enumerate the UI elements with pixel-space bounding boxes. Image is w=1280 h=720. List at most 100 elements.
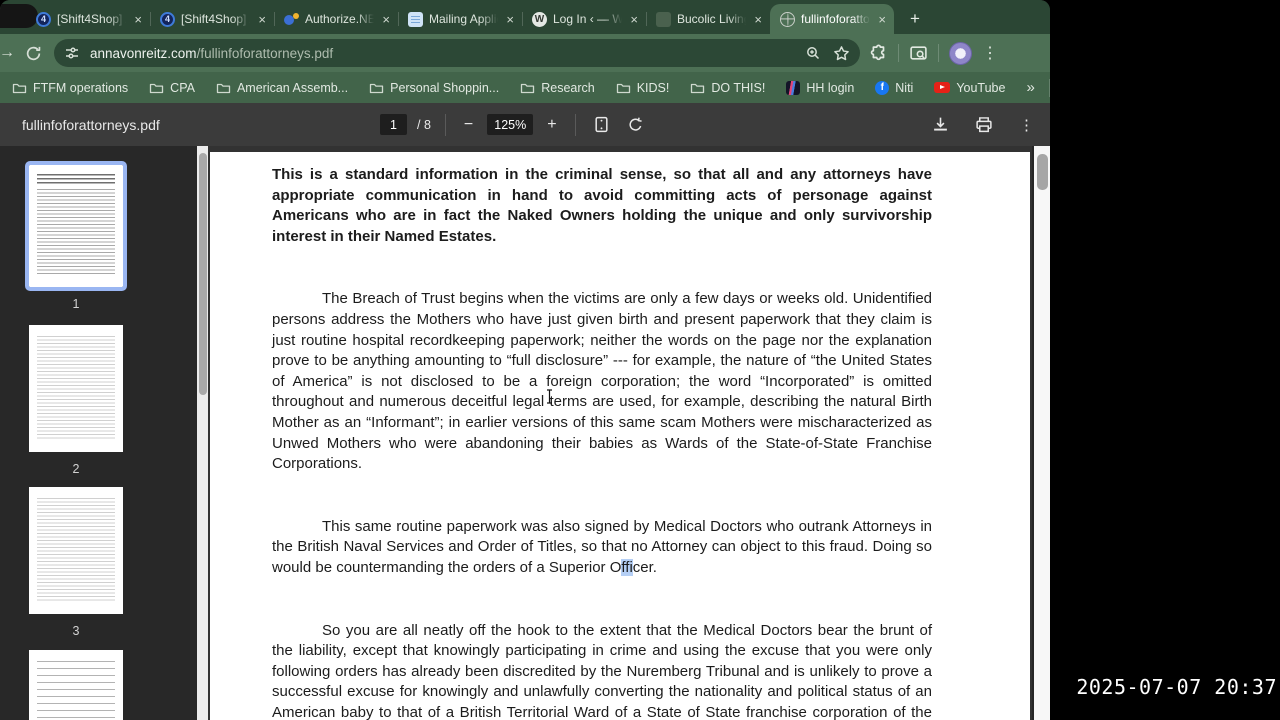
bookmark-research[interactable]: Research — [520, 81, 595, 95]
close-icon[interactable]: × — [132, 11, 144, 28]
paragraph-3-post: cer. — [632, 558, 657, 576]
tab-strip: 4 [Shift4Shop] Ad × 4 [Shift4Shop] Ad × … — [0, 0, 1050, 34]
tab-mailing-application[interactable]: Mailing Applica × — [398, 4, 522, 34]
bookmark-kids[interactable]: KIDS! — [616, 80, 670, 95]
bookmark-cpa[interactable]: CPA — [149, 81, 195, 95]
tab-bucolic-living[interactable]: Bucolic Living L × — [646, 4, 770, 34]
close-icon[interactable]: × — [752, 11, 764, 28]
tab-title: [Shift4Shop] Ad — [57, 12, 126, 26]
shift4shop-icon: 4 — [160, 11, 175, 27]
bookmark-label: DO THIS! — [711, 80, 766, 95]
bookmark-label: YouTube — [956, 80, 1006, 95]
close-icon[interactable]: × — [876, 11, 888, 28]
url-domain: annavonreitz.com — [90, 45, 197, 61]
tab-authorize-net[interactable]: Authorize.NET × — [274, 4, 398, 34]
divider — [938, 44, 939, 62]
pdf-menu-icon[interactable]: ⋮ — [1019, 116, 1034, 134]
authorize-icon — [284, 12, 299, 27]
tab-title: fullinfoforattorn — [801, 12, 870, 26]
thumbnail-image[interactable] — [29, 325, 123, 452]
paragraph-4: So you are all neatly off the hook to th… — [272, 621, 932, 720]
thumbnail-page-3[interactable]: 3 — [29, 487, 123, 638]
bookmark-personal-shopping[interactable]: Personal Shoppin... — [369, 81, 499, 95]
thumb-table-lines — [37, 661, 115, 720]
divider — [1048, 78, 1050, 97]
bookmark-ftfm-operations[interactable]: FTFM operations — [12, 81, 128, 95]
close-icon[interactable]: × — [628, 11, 640, 28]
paragraph-3-pre: This same routine paperwork was also sig… — [272, 517, 932, 576]
print-icon[interactable] — [975, 116, 993, 133]
selected-text: ffi — [621, 558, 633, 576]
facebook-icon: f — [875, 80, 890, 95]
zoom-in-button[interactable]: + — [543, 116, 560, 134]
zoom-search-icon[interactable] — [805, 45, 821, 61]
tab-title: Authorize.NET — [305, 12, 375, 26]
pdf-viewer: 1 2 3 This is a standard information in … — [0, 146, 1050, 720]
thumb-text-lines — [37, 498, 115, 603]
extensions-icon[interactable] — [870, 44, 888, 62]
bookmark-label: HH login — [806, 80, 855, 95]
paragraph-2: The Breach of Trust begins when the vict… — [272, 290, 932, 473]
thumbnail-page-4[interactable] — [29, 650, 123, 720]
address-bar[interactable]: annavonreitz.com/fullinfoforattorneys.pd… — [54, 39, 860, 67]
new-tab-button[interactable]: + — [902, 6, 928, 32]
mail-icon — [408, 11, 423, 27]
sidebar-scrollbar[interactable] — [197, 146, 208, 720]
pdf-action-icons: ⋮ — [932, 116, 1034, 134]
pdf-scrollbar[interactable] — [1032, 146, 1050, 720]
bookmarks-overflow-icon[interactable]: » — [1026, 79, 1034, 96]
shift4shop-icon: 4 — [36, 11, 51, 27]
pdf-scrollbar-thumb[interactable] — [1037, 154, 1048, 190]
thumbnail-page-1[interactable]: 1 — [25, 161, 127, 311]
browser-window: 4 [Shift4Shop] Ad × 4 [Shift4Shop] Ad × … — [0, 0, 1050, 720]
pdf-page-controls: 1 / 8 − 125% + — [380, 113, 648, 136]
bookmark-youtube[interactable]: YouTube — [934, 81, 1005, 95]
side-panel-search-icon[interactable] — [909, 44, 928, 63]
text-cursor — [545, 389, 554, 404]
bookmark-hh-login[interactable]: HH login — [786, 80, 855, 95]
divider — [574, 113, 576, 136]
profile-avatar[interactable] — [949, 41, 972, 65]
divider — [898, 44, 899, 62]
download-icon[interactable] — [932, 116, 949, 133]
thumbnail-page-2[interactable]: 2 — [29, 325, 123, 476]
reload-icon[interactable] — [20, 40, 46, 66]
bookmark-do-this[interactable]: DO THIS! — [690, 81, 765, 95]
url-text[interactable]: annavonreitz.com/fullinfoforattorneys.pd… — [90, 46, 793, 61]
bookmark-niti[interactable]: f Niti — [875, 80, 914, 95]
bookmark-american-assembly[interactable]: American Assemb... — [216, 81, 348, 95]
thumbnail-image[interactable] — [29, 487, 123, 614]
url-path: /fullinfoforattorneys.pdf — [196, 45, 334, 61]
bookmark-label: Niti — [895, 80, 914, 95]
tune-icon[interactable] — [64, 45, 80, 61]
rotate-icon[interactable] — [623, 116, 648, 133]
close-icon[interactable]: × — [504, 11, 516, 28]
thumbnail-page-number: 3 — [72, 624, 80, 638]
tab-shift4shop-2[interactable]: 4 [Shift4Shop] Ad × — [150, 4, 274, 34]
page-number-input[interactable]: 1 — [380, 114, 407, 135]
close-icon[interactable]: × — [380, 11, 392, 28]
bookmark-star-icon[interactable] — [833, 45, 850, 62]
browser-menu-icon[interactable]: ⋮ — [982, 43, 998, 63]
browser-toolbar: → annavonreitz.com/fullinfoforattorneys.… — [0, 34, 1050, 72]
page-total-label: / 8 — [417, 117, 431, 132]
pdf-thumbnail-sidebar: 1 2 3 — [0, 146, 208, 720]
bookmarks-right-group: » All Bookmarks — [1026, 78, 1050, 97]
thumbnail-image[interactable] — [29, 650, 123, 720]
zoom-out-button[interactable]: − — [460, 116, 477, 134]
bookmark-label: KIDS! — [636, 80, 670, 95]
tab-shift4shop-1[interactable]: 4 [Shift4Shop] Ad × — [26, 4, 150, 34]
tab-pdf-active[interactable]: fullinfoforattorn × — [770, 4, 894, 34]
close-icon[interactable]: × — [256, 11, 268, 28]
tab-wordpress-login[interactable]: W Log In ‹ — Wor × — [522, 4, 646, 34]
sidebar-scrollbar-thumb[interactable] — [198, 153, 207, 395]
forward-icon[interactable]: → — [0, 40, 20, 66]
tab-title: [Shift4Shop] Ad — [181, 12, 250, 26]
thumbnail-image[interactable] — [25, 161, 127, 291]
divider — [444, 113, 446, 136]
folder-icon — [520, 81, 535, 94]
zoom-level-input[interactable]: 125% — [487, 114, 534, 135]
fit-page-icon[interactable] — [590, 116, 613, 133]
pdf-page[interactable]: This is a standard information in the cr… — [210, 152, 1030, 720]
pdf-filename: fullinfoforattorneys.pdf — [22, 116, 160, 133]
